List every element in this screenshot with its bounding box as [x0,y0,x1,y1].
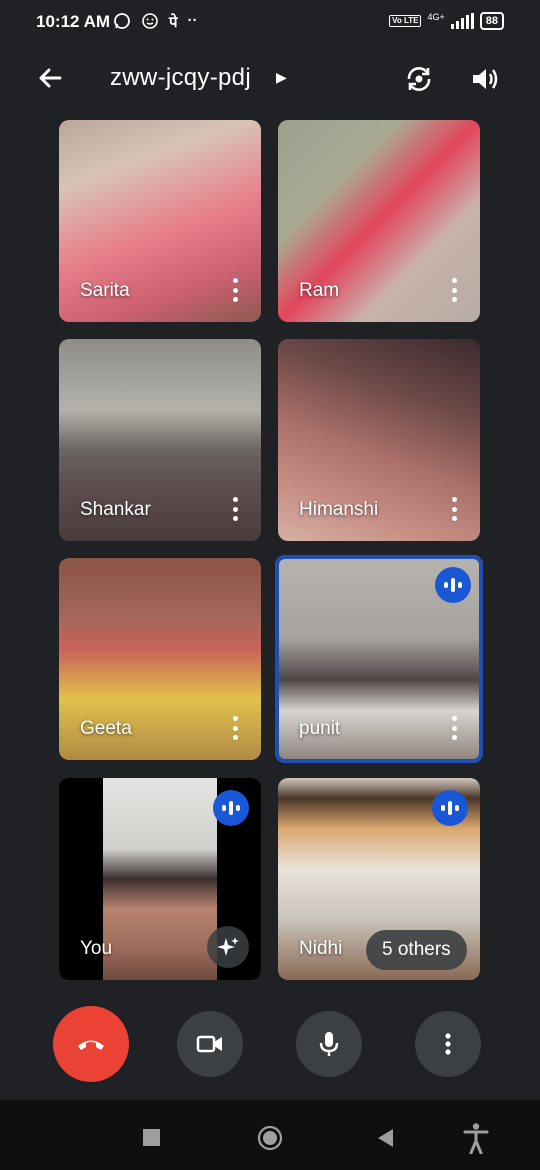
android-nav-bar [0,1100,540,1170]
end-call-button[interactable] [53,1006,129,1082]
battery-level: 88 [485,15,498,27]
participant-tile-sarita[interactable]: Sarita [59,120,261,322]
participant-name: Ram [299,280,340,301]
sparkle-icon [217,937,239,956]
signal-icon [450,13,474,29]
speaking-indicator-icon [432,790,468,826]
hang-up-icon [78,1040,104,1050]
participant-tile-geeta[interactable]: Geeta [59,558,261,760]
effects-button[interactable] [207,926,249,968]
more-options-icon[interactable] [231,497,239,521]
more-options-icon[interactable] [450,497,458,521]
vertical-dots-icon [445,1033,451,1055]
participant-name: Geeta [80,718,132,739]
participant-tile-himanshi[interactable]: Himanshi [278,339,480,541]
microphone-icon [319,1032,339,1056]
volte-icon: Vo LTE [389,15,422,27]
others-count-button[interactable]: 5 others [366,930,467,970]
participant-tile-punit[interactable]: punit [275,555,483,763]
participant-name: Himanshi [299,499,379,520]
participant-tile-you[interactable]: You [59,778,261,980]
more-notifications-icon: ·· [187,12,198,29]
system-status: Vo LTE 4G+ 88 [389,12,504,30]
participant-name: You [80,938,113,959]
whatsapp-icon [114,13,130,29]
participant-tile-ram[interactable]: Ram [278,120,480,322]
more-options-icon[interactable] [231,716,239,740]
speaker-icon [473,69,498,89]
video-camera-icon [196,1035,222,1053]
participant-name: Nidhi [299,938,343,959]
more-options-icon[interactable] [450,716,458,740]
meeting-info-caret-icon[interactable]: ▶ [276,69,287,86]
others-count-label: 5 others [382,939,451,960]
battery-icon: 88 [479,12,504,30]
smiley-icon [142,13,158,29]
network-type: 4G+ [427,12,445,22]
pay-icon: पे [169,14,178,31]
participant-tile-shankar[interactable]: Shankar [59,339,261,541]
back-button[interactable] [34,62,66,94]
status-bar: 10:12 AM पे ·· Vo LTE 4G+ 88 [0,0,540,48]
switch-camera-button[interactable] [402,62,436,96]
more-options-button[interactable] [415,1011,481,1077]
participant-name: Sarita [80,280,130,301]
self-video [103,778,217,980]
participant-name: punit [299,718,341,739]
more-options-icon[interactable] [450,278,458,302]
participant-name: Shankar [80,499,151,520]
back-nav-button[interactable] [375,1127,395,1149]
meeting-header: zww-jcqy-pdj ▶ [0,50,540,106]
switch-camera-icon [407,67,431,91]
speaking-indicator-icon [213,790,249,826]
more-options-icon[interactable] [231,278,239,302]
back-arrow-icon [39,68,62,88]
notification-icons: पे ·· [113,12,198,32]
recents-button[interactable] [143,1129,160,1146]
home-button[interactable] [257,1125,283,1151]
speaker-button[interactable] [468,62,502,96]
camera-toggle-button[interactable] [177,1011,243,1077]
microphone-toggle-button[interactable] [296,1011,362,1077]
clock: 10:12 AM [36,12,111,31]
meeting-code[interactable]: zww-jcqy-pdj [110,64,251,92]
participant-tile-nidhi[interactable]: Nidhi 5 others [278,778,480,980]
accessibility-icon[interactable] [462,1122,490,1154]
speaking-indicator-icon [435,567,471,603]
